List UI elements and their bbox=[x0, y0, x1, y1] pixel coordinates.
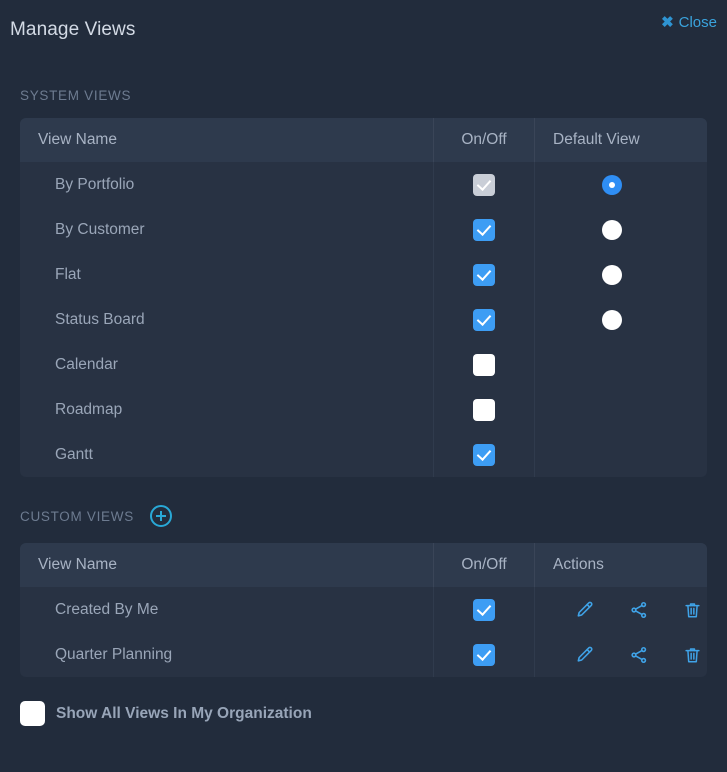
show-all-views-checkbox[interactable] bbox=[20, 701, 45, 726]
custom-views-table: View Name On/Off Actions Created By Me Qu… bbox=[20, 543, 707, 677]
view-name-label: Roadmap bbox=[55, 400, 123, 418]
on-off-cell bbox=[433, 297, 534, 342]
table-header-row: View Name On/Off Default View bbox=[20, 118, 707, 162]
on-off-cell bbox=[433, 432, 534, 477]
actions-cell bbox=[534, 632, 707, 677]
on-off-cell bbox=[433, 632, 534, 677]
close-button-label: Close bbox=[678, 14, 717, 31]
default-view-cell bbox=[534, 342, 707, 387]
table-row: Roadmap bbox=[20, 387, 707, 432]
default-view-radio[interactable] bbox=[602, 264, 622, 285]
table-row: Status Board bbox=[20, 297, 707, 342]
view-name-cell: Created By Me bbox=[20, 587, 433, 632]
column-header-on-off: On/Off bbox=[433, 118, 534, 162]
view-toggle-checkbox[interactable] bbox=[473, 263, 495, 286]
on-off-cell bbox=[433, 387, 534, 432]
show-all-views-row: Show All Views In My Organization bbox=[0, 701, 727, 726]
column-header-on-off: On/Off bbox=[433, 543, 534, 587]
column-header-view-name: View Name bbox=[38, 131, 117, 148]
table-row: Calendar bbox=[20, 342, 707, 387]
view-name-label: Created By Me bbox=[55, 600, 159, 618]
view-name-cell: By Portfolio bbox=[20, 162, 433, 207]
view-name-label: Quarter Planning bbox=[55, 645, 173, 663]
table-row: Flat bbox=[20, 252, 707, 297]
view-toggle-checkbox[interactable] bbox=[473, 218, 495, 241]
view-name-label: Gantt bbox=[55, 445, 93, 463]
view-toggle-checkbox bbox=[473, 173, 495, 196]
default-view-cell bbox=[534, 207, 707, 252]
default-view-radio-holder bbox=[535, 264, 689, 285]
default-view-cell bbox=[534, 252, 707, 297]
custom-views-section-header: CUSTOM VIEWS bbox=[0, 501, 727, 531]
view-name-cell: Roadmap bbox=[20, 387, 433, 432]
dialog-header: Manage Views ✖ Close bbox=[0, 0, 727, 62]
close-button[interactable]: ✖ Close bbox=[661, 14, 717, 31]
view-toggle-checkbox[interactable] bbox=[473, 398, 495, 421]
share-icon[interactable] bbox=[629, 645, 649, 665]
table-row: Gantt bbox=[20, 432, 707, 477]
column-header-default-view: Default View bbox=[534, 118, 707, 162]
default-view-cell bbox=[534, 297, 707, 342]
view-toggle-checkbox[interactable] bbox=[473, 353, 495, 376]
view-name-cell: Gantt bbox=[20, 432, 433, 477]
system-views-section-header: SYSTEM VIEWS bbox=[0, 84, 727, 106]
default-view-radio-holder bbox=[535, 174, 689, 195]
table-row: By Customer bbox=[20, 207, 707, 252]
default-view-radio-holder bbox=[535, 309, 689, 330]
column-header-actions: Actions bbox=[534, 543, 707, 587]
on-off-cell bbox=[433, 207, 534, 252]
view-name-label: Calendar bbox=[55, 355, 118, 373]
default-view-cell bbox=[534, 432, 707, 477]
default-view-radio[interactable] bbox=[602, 174, 622, 195]
on-off-cell bbox=[433, 252, 534, 297]
on-off-cell bbox=[433, 162, 534, 207]
share-icon[interactable] bbox=[629, 600, 649, 620]
default-view-radio[interactable] bbox=[602, 219, 622, 240]
view-name-cell: Status Board bbox=[20, 297, 433, 342]
view-toggle-checkbox[interactable] bbox=[473, 643, 495, 666]
view-name-cell: Flat bbox=[20, 252, 433, 297]
view-toggle-checkbox[interactable] bbox=[473, 598, 495, 621]
edit-pencil-icon[interactable] bbox=[575, 645, 595, 665]
view-name-label: By Customer bbox=[55, 220, 145, 238]
trash-icon[interactable] bbox=[683, 600, 702, 620]
close-x-icon: ✖ bbox=[661, 14, 674, 31]
default-view-cell bbox=[534, 162, 707, 207]
system-views-label: SYSTEM VIEWS bbox=[20, 87, 132, 103]
actions-cell bbox=[534, 587, 707, 632]
table-row: Quarter Planning bbox=[20, 632, 707, 677]
default-view-radio[interactable] bbox=[602, 309, 622, 330]
trash-icon[interactable] bbox=[683, 645, 702, 665]
view-toggle-checkbox[interactable] bbox=[473, 308, 495, 331]
table-row: By Portfolio bbox=[20, 162, 707, 207]
on-off-cell bbox=[433, 342, 534, 387]
on-off-cell bbox=[433, 587, 534, 632]
plus-circle-icon[interactable] bbox=[149, 505, 172, 527]
page-title: Manage Views bbox=[10, 19, 136, 40]
view-name-cell: Calendar bbox=[20, 342, 433, 387]
table-row: Created By Me bbox=[20, 587, 707, 632]
actions-holder bbox=[553, 645, 702, 665]
view-name-label: By Portfolio bbox=[55, 175, 135, 193]
column-header-view-name: View Name bbox=[38, 556, 117, 573]
custom-views-label: CUSTOM VIEWS bbox=[20, 508, 134, 524]
system-views-table: View Name On/Off Default View By Portfol… bbox=[20, 118, 707, 477]
view-name-label: Flat bbox=[55, 265, 81, 283]
table-header-row: View Name On/Off Actions bbox=[20, 543, 707, 587]
view-name-cell: By Customer bbox=[20, 207, 433, 252]
view-name-cell: Quarter Planning bbox=[20, 632, 433, 677]
show-all-views-label: Show All Views In My Organization bbox=[56, 704, 312, 722]
view-toggle-checkbox[interactable] bbox=[473, 443, 495, 466]
default-view-radio-holder bbox=[535, 219, 689, 240]
edit-pencil-icon[interactable] bbox=[575, 600, 595, 620]
default-view-cell bbox=[534, 387, 707, 432]
view-name-label: Status Board bbox=[55, 310, 145, 328]
actions-holder bbox=[553, 600, 702, 620]
